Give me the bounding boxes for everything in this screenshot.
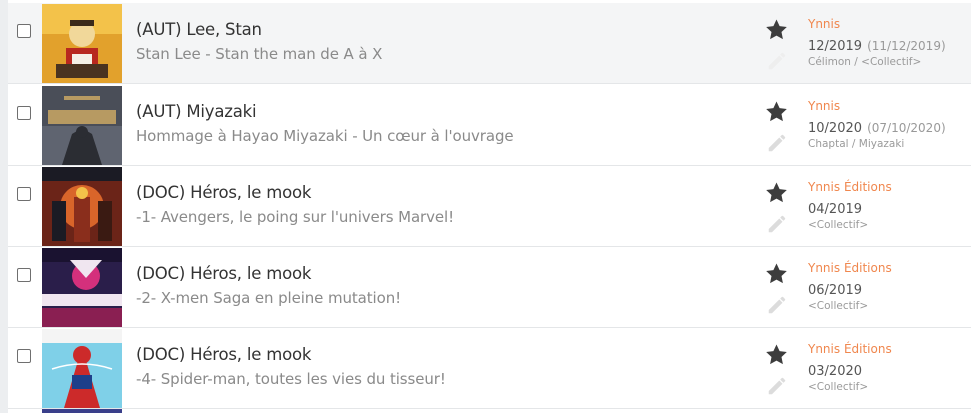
album-subtitle[interactable]: -4- Spider-man, toutes les vies du tisse… [136,370,446,388]
publisher-link[interactable]: Ynnis Éditions [808,342,892,356]
album-list: (AUT) Lee, Stan Stan Lee - Stan the man … [8,0,971,413]
publisher-link[interactable]: Ynnis [808,99,840,113]
album-subtitle[interactable]: -2- X-men Saga en pleine mutation! [136,289,401,307]
star-icon[interactable] [764,100,789,124]
album-title[interactable]: (DOC) Héros, le mook [136,183,311,202]
next-album-cover-partial [42,409,122,413]
release-month: 03/2020 [808,364,863,379]
album-cover[interactable] [42,86,122,165]
album-title[interactable]: (AUT) Miyazaki [136,102,257,121]
release-date: 12/2019 (11/12/2019) [808,35,946,54]
release-month: 04/2019 [808,202,863,217]
select-checkbox[interactable] [17,268,31,282]
select-checkbox[interactable] [17,349,31,363]
pencil-icon[interactable] [766,213,788,235]
authors[interactable]: <Collectif> [808,219,868,231]
cover-image [42,248,122,327]
cover-image [42,86,122,165]
release-month: 10/2020 [808,121,863,136]
cover-image [42,409,122,413]
cover-image [42,167,122,246]
left-margin-strip [0,0,8,413]
authors[interactable]: Chaptal / Miyazaki [808,138,904,150]
star-icon[interactable] [764,18,789,42]
pencil-icon[interactable] [766,132,788,154]
album-title[interactable]: (AUT) Lee, Stan [136,20,262,39]
album-row[interactable]: (DOC) Héros, le mook -4- Spider-man, tou… [8,328,971,409]
cover-image [42,329,122,408]
cover-image [42,4,122,83]
album-cover[interactable] [42,167,122,246]
publisher-link[interactable]: Ynnis Éditions [808,261,892,275]
star-icon[interactable] [764,343,789,367]
pencil-icon[interactable] [766,294,788,316]
release-full-date: (11/12/2019) [867,39,946,53]
select-checkbox[interactable] [17,24,31,38]
album-title[interactable]: (DOC) Héros, le mook [136,264,311,283]
album-row[interactable]: (AUT) Miyazaki Hommage à Hayao Miyazaki … [8,85,971,166]
star-icon[interactable] [764,262,789,286]
pencil-icon[interactable] [766,375,788,397]
authors[interactable]: <Collectif> [808,381,868,393]
release-date: 10/2020 (07/10/2020) [808,117,946,136]
album-subtitle[interactable]: -1- Avengers, le poing sur l'univers Mar… [136,208,454,226]
release-date: 03/2020 [808,360,862,379]
authors[interactable]: <Collectif> [808,300,868,312]
album-row[interactable]: (DOC) Héros, le mook -2- X-men Saga en p… [8,247,971,328]
album-cover[interactable] [42,329,122,408]
pencil-icon[interactable] [766,50,788,72]
publisher-link[interactable]: Ynnis [808,17,840,31]
star-icon[interactable] [764,181,789,205]
select-checkbox[interactable] [17,106,31,120]
release-full-date: (07/10/2020) [867,121,946,135]
album-row[interactable]: (AUT) Lee, Stan Stan Lee - Stan the man … [8,3,971,84]
album-row[interactable]: (DOC) Héros, le mook -1- Avengers, le po… [8,166,971,247]
album-cover[interactable] [42,248,122,327]
release-date: 06/2019 [808,279,862,298]
album-title[interactable]: (DOC) Héros, le mook [136,345,311,364]
authors[interactable]: Célimon / <Collectif> [808,56,921,68]
release-date: 04/2019 [808,198,862,217]
publisher-link[interactable]: Ynnis Éditions [808,180,892,194]
album-subtitle[interactable]: Hommage à Hayao Miyazaki - Un cœur à l'o… [136,127,514,145]
release-month: 12/2019 [808,39,863,54]
select-checkbox[interactable] [17,187,31,201]
release-month: 06/2019 [808,283,863,298]
album-subtitle[interactable]: Stan Lee - Stan the man de A à X [136,45,382,63]
album-cover[interactable] [42,4,122,83]
